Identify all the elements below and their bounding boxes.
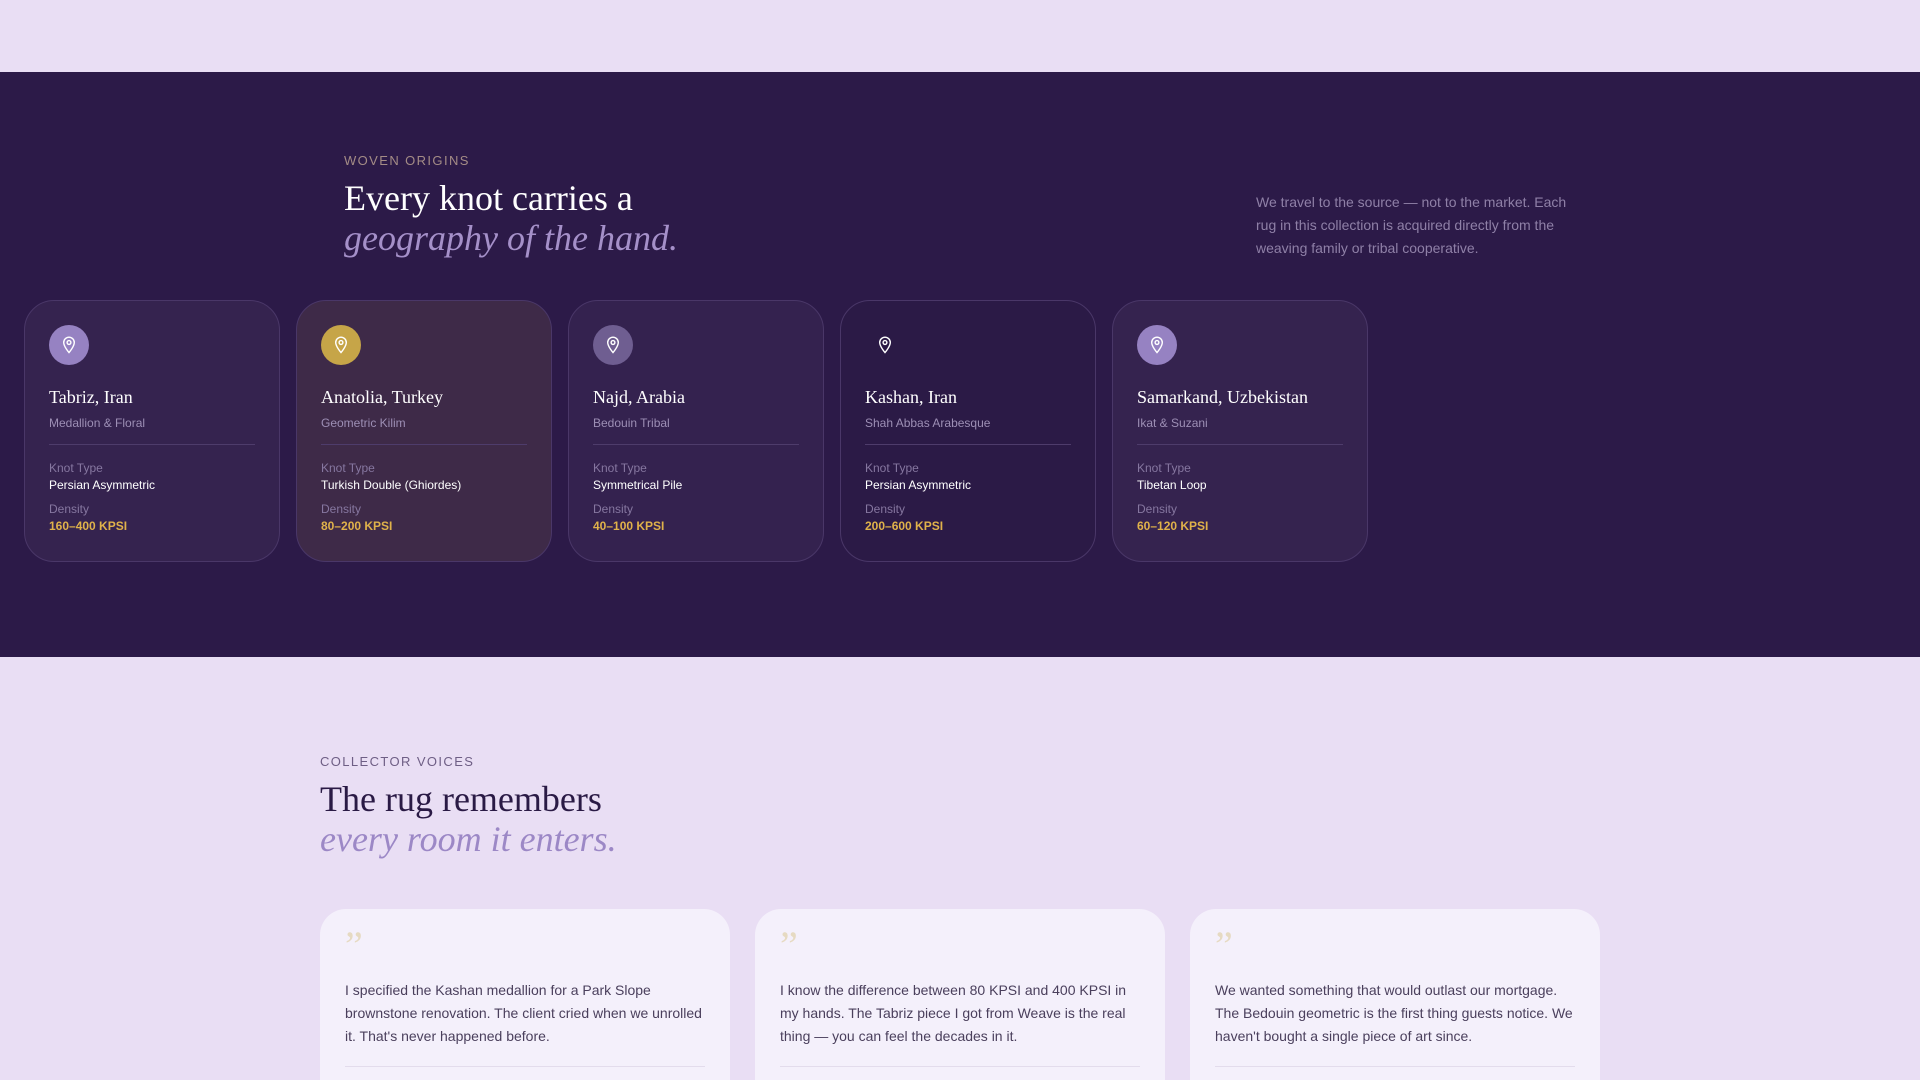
knot-type-label: Knot Type [49, 461, 103, 475]
knot-type-label: Knot Type [865, 461, 919, 475]
density-value: 60–120 KPSI [1137, 519, 1209, 533]
density-value: 160–400 KPSI [49, 519, 128, 533]
quote-mark-icon: ” [1215, 923, 1233, 968]
origin-city: Anatolia, Turkey [321, 387, 444, 407]
density-label: Density [865, 502, 906, 516]
map-pin-icon [1137, 325, 1177, 365]
origins-title-line1: Every knot carries a [344, 178, 633, 218]
testimonial-list: ” I specified the Kashan medallion for a… [320, 909, 1600, 1080]
origin-city: Tabriz, Iran [49, 387, 133, 407]
knot-type-value: Persian Asymmetric [49, 478, 156, 492]
origin-city: Kashan, Iran [865, 387, 957, 407]
top-band [0, 0, 1920, 72]
testimonial-card: ” I specified the Kashan medallion for a… [320, 909, 730, 1080]
testimonial-card: ” We wanted something that would outlast… [1190, 909, 1600, 1080]
collector-voices-section: COLLECTOR VOICES The rug remembers every… [0, 657, 1920, 1080]
origin-style: Ikat & Suzani [1137, 416, 1208, 430]
testimonial-divider [345, 1066, 705, 1067]
testimonial-card: ” I know the difference between 80 KPSI … [755, 909, 1165, 1080]
origin-card-samarkand[interactable]: Samarkand, Uzbekistan Ikat & Suzani Knot… [1112, 300, 1368, 562]
voices-title: The rug remembers every room it enters. [320, 779, 617, 859]
quote-mark-icon: ” [780, 923, 798, 968]
origin-style: Medallion & Floral [49, 416, 146, 430]
density-label: Density [593, 502, 634, 516]
density-label: Density [1137, 502, 1178, 516]
density-value: 80–200 KPSI [321, 519, 393, 533]
knot-type-value: Turkish Double (Ghiordes) [321, 478, 462, 492]
card-divider [321, 444, 527, 445]
map-pin-icon [593, 325, 633, 365]
origin-style: Geometric Kilim [321, 416, 406, 430]
testimonial-divider [1215, 1066, 1575, 1067]
testimonial-text: We wanted something that would outlast o… [1215, 982, 1573, 1044]
woven-origins-section: WOVEN ORIGINS Every knot carries a geogr… [0, 72, 1920, 657]
origin-card-kashan[interactable]: Kashan, Iran Shah Abbas Arabesque Knot T… [840, 300, 1096, 562]
knot-type-label: Knot Type [321, 461, 375, 475]
origin-card-tabriz[interactable]: Tabriz, Iran Medallion & Floral Knot Typ… [24, 300, 280, 562]
quote-mark-icon: ” [345, 923, 363, 968]
testimonial-text: I specified the Kashan medallion for a P… [345, 982, 702, 1044]
knot-type-value: Symmetrical Pile [593, 478, 683, 492]
origin-city: Samarkand, Uzbekistan [1137, 387, 1308, 407]
map-pin-icon [49, 325, 89, 365]
origins-eyebrow: WOVEN ORIGINS [344, 153, 470, 168]
knot-type-label: Knot Type [1137, 461, 1191, 475]
knot-type-label: Knot Type [593, 461, 647, 475]
density-label: Density [49, 502, 90, 516]
origin-card-najd[interactable]: Najd, Arabia Bedouin Tribal Knot Type Sy… [568, 300, 824, 562]
origin-style: Shah Abbas Arabesque [865, 416, 991, 430]
knot-type-value: Tibetan Loop [1137, 478, 1207, 492]
origin-city: Najd, Arabia [593, 387, 685, 407]
origins-lede: We travel to the source — not to the mar… [1256, 194, 1567, 256]
voices-eyebrow: COLLECTOR VOICES [320, 754, 475, 769]
testimonial-divider [780, 1066, 1140, 1067]
knot-type-value: Persian Asymmetric [865, 478, 972, 492]
map-pin-icon [321, 325, 361, 365]
origins-title: Every knot carries a geography of the ha… [344, 178, 678, 258]
density-value: 200–600 KPSI [865, 519, 944, 533]
origins-title-line2: geography of the hand. [344, 218, 678, 258]
card-divider [1137, 444, 1343, 445]
map-pin-icon [865, 325, 905, 365]
origin-card-anatolia[interactable]: Anatolia, Turkey Geometric Kilim Knot Ty… [296, 300, 552, 562]
card-divider [49, 444, 255, 445]
voices-title-line1: The rug remembers [320, 779, 602, 819]
density-value: 40–100 KPSI [593, 519, 665, 533]
origin-cards: Tabriz, Iran Medallion & Floral Knot Typ… [24, 300, 1368, 562]
voices-title-line2: every room it enters. [320, 819, 617, 859]
testimonial-text: I know the difference between 80 KPSI an… [780, 982, 1127, 1044]
card-divider [593, 444, 799, 445]
density-label: Density [321, 502, 362, 516]
card-divider [865, 444, 1071, 445]
origin-style: Bedouin Tribal [593, 416, 670, 430]
